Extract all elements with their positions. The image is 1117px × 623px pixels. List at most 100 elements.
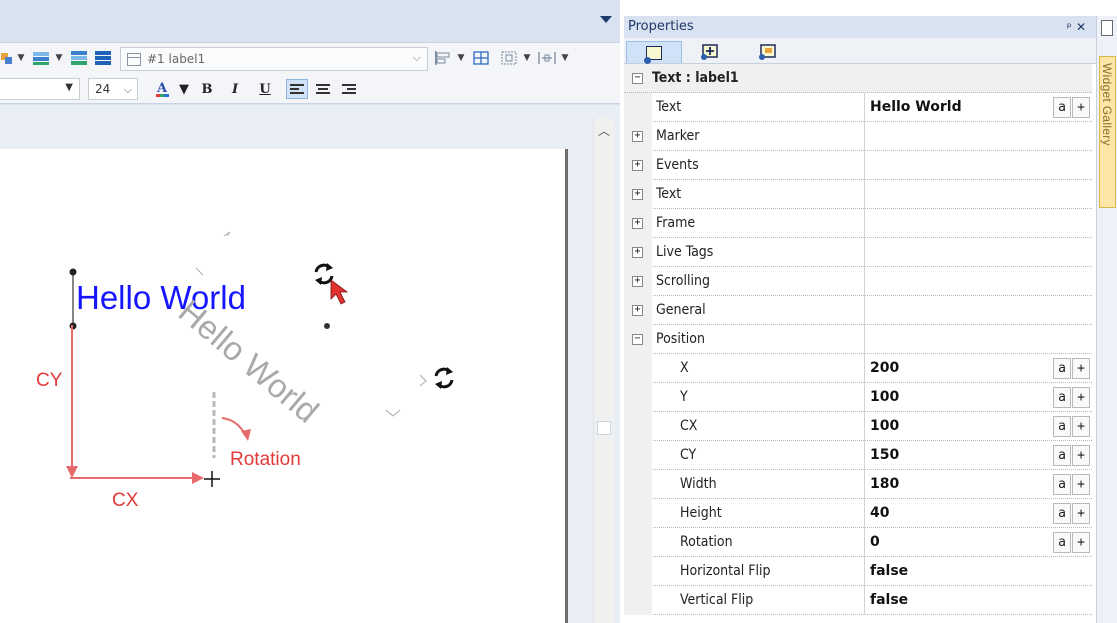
rotation-annotation: Rotation bbox=[230, 449, 301, 470]
tab-properties[interactable] bbox=[626, 41, 682, 64]
category-name: Text bbox=[656, 186, 682, 202]
property-name: CX bbox=[680, 418, 698, 434]
category-row-general[interactable]: + General bbox=[624, 296, 1092, 325]
rotate-icon bbox=[434, 367, 454, 389]
tab-advanced[interactable] bbox=[740, 41, 796, 63]
property-name: Rotation bbox=[680, 534, 733, 550]
tab-events[interactable] bbox=[682, 41, 738, 63]
category-name: Live Tags bbox=[656, 244, 714, 260]
properties-title: Properties bbox=[628, 19, 694, 34]
mouse-cursor-icon bbox=[330, 279, 349, 305]
attach-tag-button[interactable]: a bbox=[1053, 387, 1071, 408]
category-row-scrolling[interactable]: + Scrolling bbox=[624, 267, 1092, 296]
property-value[interactable]: Hello World bbox=[870, 93, 962, 121]
add-button[interactable]: + bbox=[1072, 97, 1090, 118]
property-grid: − Text : label1 Text Hello World a + + Ma… bbox=[624, 64, 1092, 615]
widget-gallery-label: Widget Gallery bbox=[1100, 63, 1114, 146]
attach-tag-button[interactable]: a bbox=[1053, 503, 1071, 524]
category-row-marker[interactable]: + Marker bbox=[624, 122, 1092, 151]
rotated-corner-bottom bbox=[385, 409, 401, 417]
collapse-icon[interactable]: − bbox=[632, 73, 643, 84]
property-value[interactable]: 150 bbox=[870, 441, 899, 469]
side-panel-strip: Widget Gallery bbox=[1096, 16, 1117, 623]
property-value[interactable]: false bbox=[870, 586, 908, 614]
property-row-text[interactable]: Text Hello World a + bbox=[624, 93, 1092, 122]
cx-arrow bbox=[192, 472, 204, 484]
attach-tag-button[interactable]: a bbox=[1053, 97, 1071, 118]
property-row-cx[interactable]: CX 100 a + bbox=[624, 412, 1092, 441]
object-header-row[interactable]: − Text : label1 bbox=[624, 64, 1092, 93]
property-value[interactable]: 100 bbox=[870, 383, 899, 411]
properties-tab-icon bbox=[644, 45, 662, 64]
pin-icon[interactable]: ᵖ bbox=[1067, 20, 1076, 34]
property-row-cy[interactable]: CY 150 a + bbox=[624, 441, 1092, 470]
selection-handle-top bbox=[69, 268, 77, 276]
property-value[interactable]: 200 bbox=[870, 354, 899, 382]
expand-icon[interactable]: + bbox=[632, 131, 643, 142]
property-value[interactable]: 0 bbox=[870, 528, 880, 556]
expand-icon[interactable]: + bbox=[632, 189, 643, 200]
category-row-live-tags[interactable]: + Live Tags bbox=[624, 238, 1092, 267]
add-button[interactable]: + bbox=[1072, 387, 1090, 408]
pivot-cross-icon bbox=[204, 471, 220, 487]
events-tab-icon bbox=[701, 44, 718, 60]
property-value[interactable]: false bbox=[870, 557, 908, 585]
rotated-handle bbox=[324, 323, 330, 329]
rotation-curve bbox=[221, 417, 247, 437]
expand-icon[interactable]: + bbox=[632, 218, 643, 229]
property-row-x[interactable]: X 200 a + bbox=[624, 354, 1092, 383]
property-name: Y bbox=[680, 389, 688, 405]
add-button[interactable]: + bbox=[1072, 445, 1090, 466]
category-name: Position bbox=[656, 331, 705, 347]
collapse-icon[interactable]: − bbox=[632, 334, 643, 345]
page-editor: ▼ ▼ #1 label1 ⌵ ▼ ▼ ▼ ▼ 24 ⌵ A ▼ B I U ︿… bbox=[0, 0, 620, 623]
attach-tag-button[interactable]: a bbox=[1053, 445, 1071, 466]
category-name: Marker bbox=[656, 128, 700, 144]
rotation-arrow bbox=[241, 429, 251, 441]
property-name: CY bbox=[680, 447, 697, 463]
property-value[interactable]: 100 bbox=[870, 412, 899, 440]
property-name: Height bbox=[680, 505, 722, 521]
attach-tag-button[interactable]: a bbox=[1053, 416, 1071, 437]
property-value[interactable]: 180 bbox=[870, 470, 899, 498]
add-button[interactable]: + bbox=[1072, 474, 1090, 495]
attach-tag-button[interactable]: a bbox=[1053, 474, 1071, 495]
category-row-position[interactable]: − Position bbox=[624, 325, 1092, 354]
expand-icon[interactable]: + bbox=[632, 160, 643, 171]
property-value[interactable]: 40 bbox=[870, 499, 889, 527]
property-name: Text bbox=[656, 99, 682, 115]
rotated-corner-left bbox=[195, 267, 204, 276]
close-icon[interactable]: ✕ bbox=[1076, 20, 1090, 34]
category-row-text[interactable]: + Text bbox=[624, 180, 1092, 209]
expand-icon[interactable]: + bbox=[632, 305, 643, 316]
category-row-frame[interactable]: + Frame bbox=[624, 209, 1092, 238]
properties-panel: Properties ᵖ✕ − Text : label1 Text Hello… bbox=[624, 16, 1096, 623]
app-window: ▼ ▼ #1 label1 ⌵ ▼ ▼ ▼ ▼ 24 ⌵ A ▼ B I U ︿… bbox=[0, 0, 1117, 623]
property-row-height[interactable]: Height 40 a + bbox=[624, 499, 1092, 528]
attach-tag-button[interactable]: a bbox=[1053, 358, 1071, 379]
property-row-horizontal-flip[interactable]: Horizontal Flip false bbox=[624, 557, 1092, 586]
category-name: Events bbox=[656, 157, 699, 173]
add-button[interactable]: + bbox=[1072, 532, 1090, 553]
property-row-width[interactable]: Width 180 a + bbox=[624, 470, 1092, 499]
add-button[interactable]: + bbox=[1072, 416, 1090, 437]
cy-annotation: CY bbox=[36, 370, 63, 391]
category-row-events[interactable]: + Events bbox=[624, 151, 1092, 180]
expand-icon[interactable]: + bbox=[632, 247, 643, 258]
add-button[interactable]: + bbox=[1072, 358, 1090, 379]
pin-icon[interactable] bbox=[1101, 20, 1113, 36]
add-button[interactable]: + bbox=[1072, 503, 1090, 524]
widget-gallery-tab[interactable]: Widget Gallery bbox=[1099, 56, 1116, 208]
property-name: Width bbox=[680, 476, 717, 492]
property-row-rotation[interactable]: Rotation 0 a + bbox=[624, 528, 1092, 557]
property-row-y[interactable]: Y 100 a + bbox=[624, 383, 1092, 412]
cx-annotation: CX bbox=[112, 490, 139, 511]
attach-tag-button[interactable]: a bbox=[1053, 532, 1071, 553]
property-row-vertical-flip[interactable]: Vertical Flip false bbox=[624, 586, 1092, 615]
expand-icon[interactable]: + bbox=[632, 276, 643, 287]
category-name: Scrolling bbox=[656, 273, 710, 289]
properties-title-bar: Properties ᵖ✕ bbox=[624, 16, 1096, 38]
category-name: General bbox=[656, 302, 706, 318]
cy-arrow bbox=[66, 466, 78, 478]
property-name: Horizontal Flip bbox=[680, 563, 771, 579]
